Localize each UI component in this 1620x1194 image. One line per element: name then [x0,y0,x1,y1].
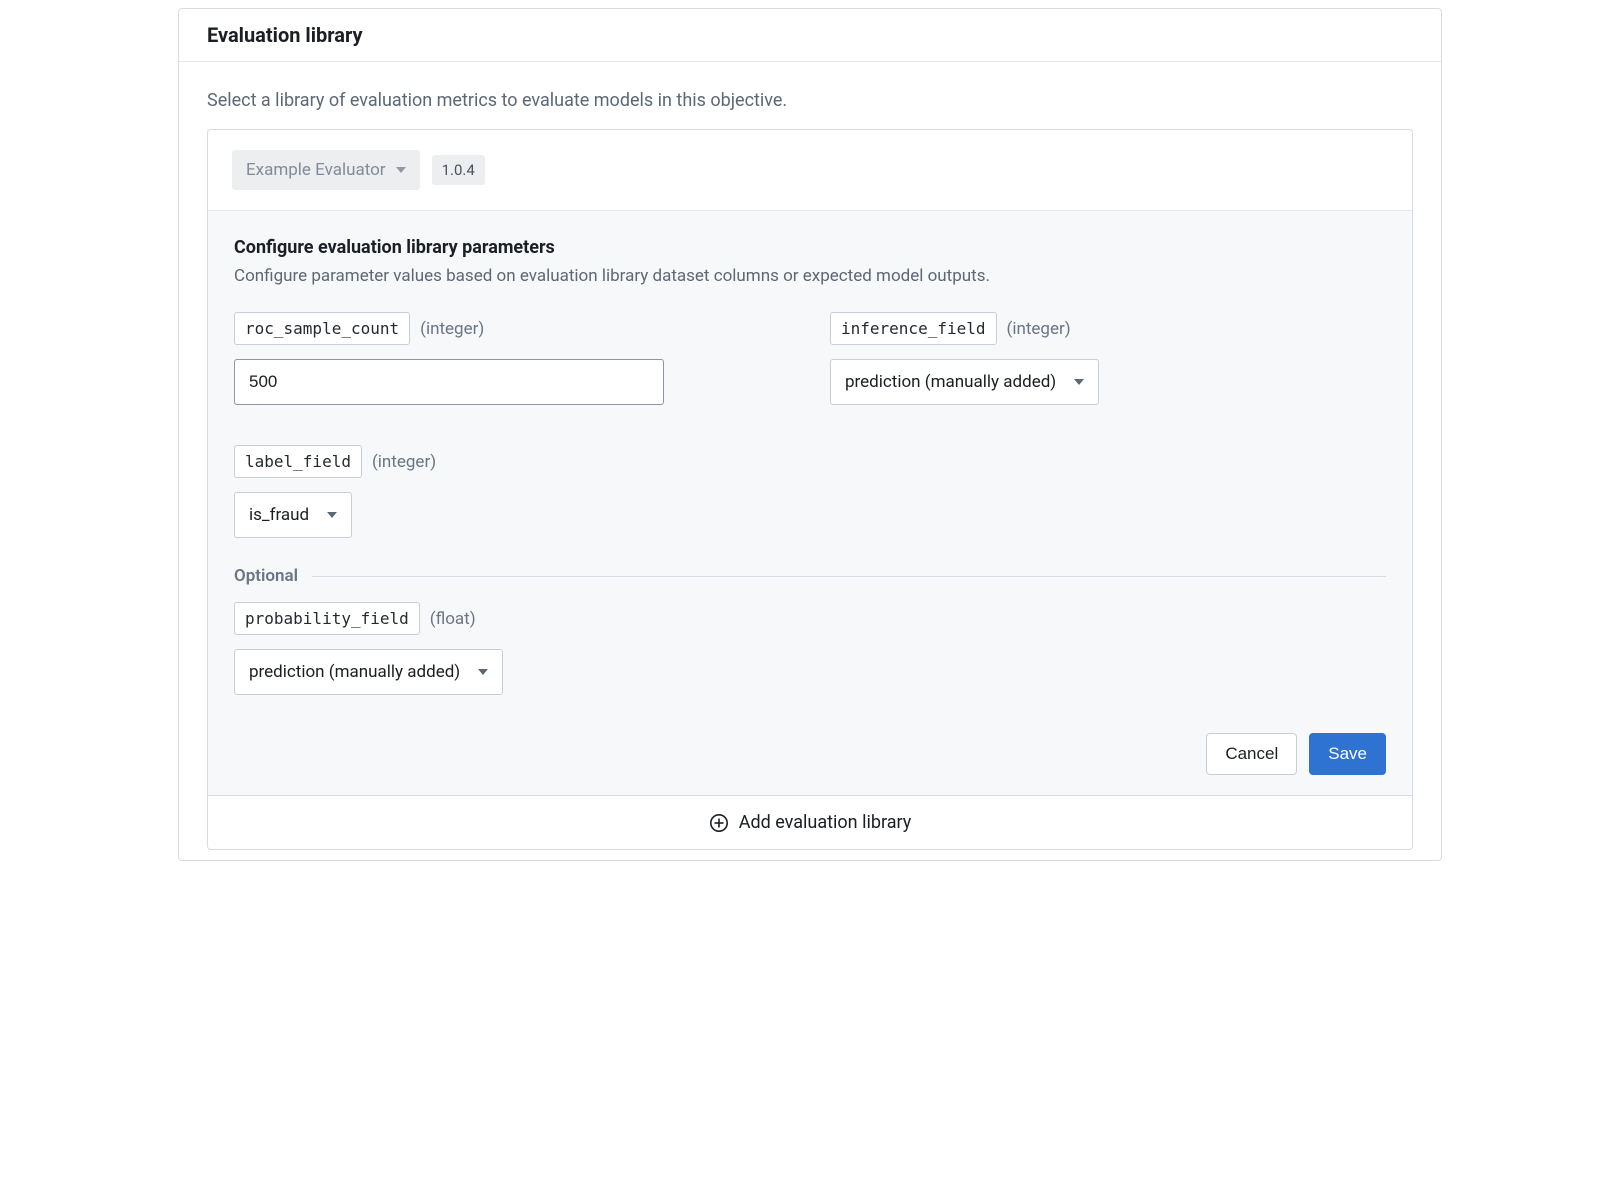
card-title: Evaluation library [207,23,1413,47]
param-label-row: probability_field (float) [234,602,1386,635]
card-description: Select a library of evaluation metrics t… [207,90,1413,111]
card-body: Select a library of evaluation metrics t… [179,62,1441,860]
param-label-row: roc_sample_count (integer) [234,312,790,345]
param-type: (integer) [372,452,436,472]
param-name: inference_field [830,312,997,345]
roc-sample-count-input[interactable] [234,359,664,405]
param-label-row: label_field (integer) [234,445,790,478]
configure-title: Configure evaluation library parameters [234,237,1386,258]
param-inference-field: inference_field (integer) prediction (ma… [830,312,1386,405]
param-label-field: label_field (integer) is_fraud [234,445,790,538]
param-empty-cell [830,445,1386,538]
configure-description: Configure parameter values based on eval… [234,266,1386,286]
inference-field-select[interactable]: prediction (manually added) [830,359,1099,405]
add-evaluation-library-button[interactable]: Add evaluation library [208,795,1412,849]
evaluator-version-badge: 1.0.4 [432,155,485,185]
label-field-selected: is_fraud [249,505,309,525]
configure-parameters-section: Configure evaluation library parameters … [208,210,1412,795]
probability-field-select[interactable]: prediction (manually added) [234,649,503,695]
param-type: (integer) [420,319,484,339]
probability-field-selected: prediction (manually added) [249,662,460,682]
inference-field-selected: prediction (manually added) [845,372,1056,392]
actions-row: Cancel Save [234,733,1386,775]
evaluation-library-card: Evaluation library Select a library of e… [178,8,1442,861]
chevron-down-icon [1074,379,1084,385]
chevron-down-icon [396,167,406,173]
param-probability-field: probability_field (float) prediction (ma… [234,602,1386,695]
param-name: roc_sample_count [234,312,410,345]
library-config-card: Example Evaluator 1.0.4 Configure evalua… [207,129,1413,850]
param-type: (integer) [1007,319,1071,339]
cancel-button[interactable]: Cancel [1206,733,1297,775]
chevron-down-icon [327,512,337,518]
library-selector-row: Example Evaluator 1.0.4 [208,130,1412,210]
param-name: label_field [234,445,362,478]
optional-divider: Optional [234,566,1386,586]
chevron-down-icon [478,669,488,675]
save-button[interactable]: Save [1309,733,1386,775]
param-type: (float) [430,609,476,629]
param-name: probability_field [234,602,420,635]
params-grid: roc_sample_count (integer) inference_fie… [234,312,1386,538]
param-roc-sample-count: roc_sample_count (integer) [234,312,790,405]
label-field-select[interactable]: is_fraud [234,492,352,538]
optional-label: Optional [234,566,298,586]
add-evaluation-library-label: Add evaluation library [739,812,912,833]
evaluator-select[interactable]: Example Evaluator [232,150,420,190]
param-label-row: inference_field (integer) [830,312,1386,345]
plus-circle-icon [709,813,729,833]
card-header: Evaluation library [179,9,1441,62]
evaluator-select-label: Example Evaluator [246,160,386,180]
divider-line [312,576,1386,577]
